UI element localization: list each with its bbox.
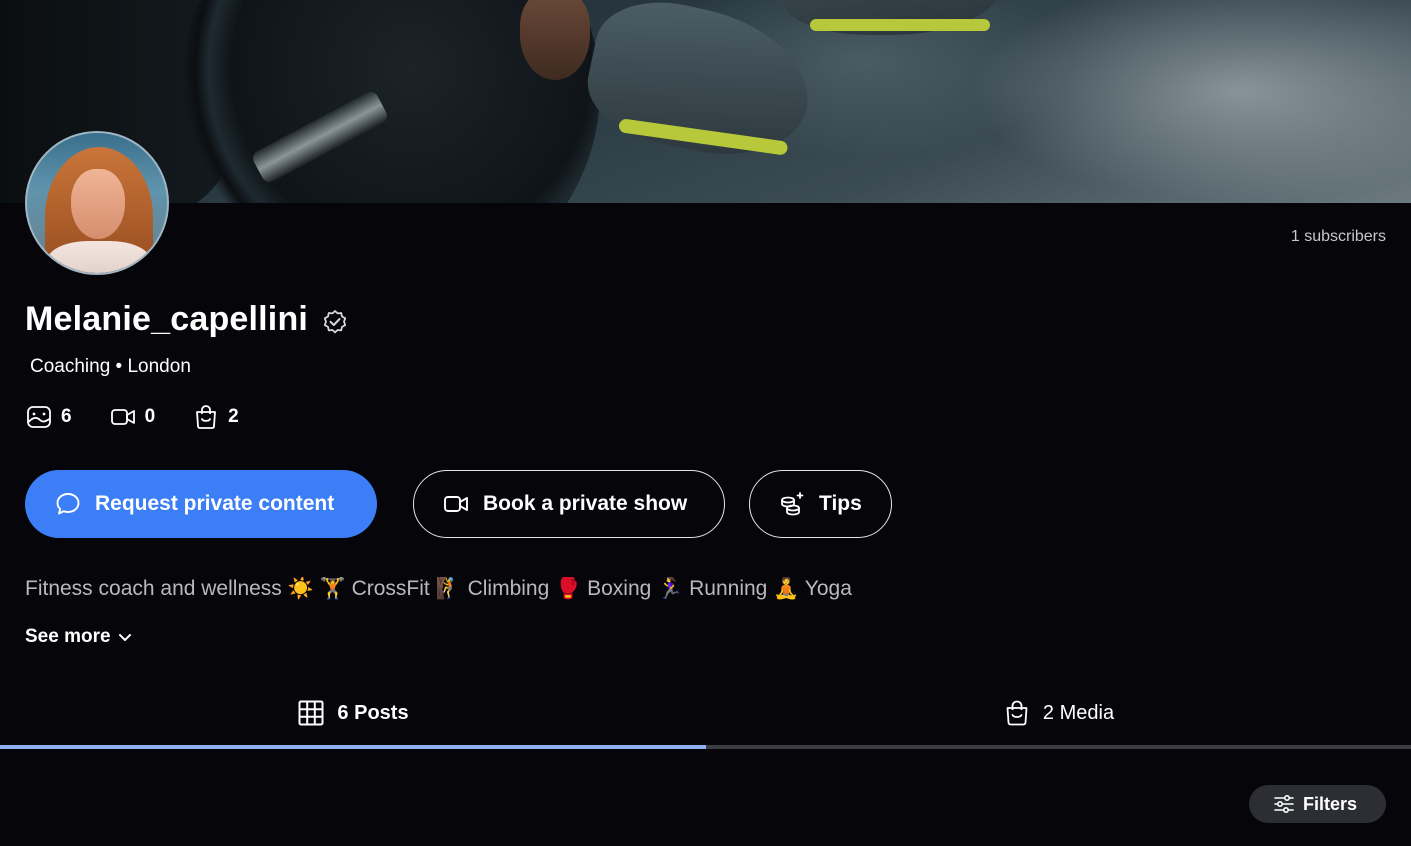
video-camera-icon bbox=[444, 496, 468, 512]
tips-label: Tips bbox=[819, 492, 862, 515]
profile-name-row: Melanie_capellini bbox=[25, 300, 348, 339]
sliders-icon bbox=[1274, 794, 1294, 814]
profile-actions: Request private content Book a private s… bbox=[25, 470, 892, 538]
shopping-bag-icon bbox=[196, 405, 217, 429]
profile-page: 1 subscribers Melanie_capellini Coaching… bbox=[0, 0, 1411, 846]
stat-media-count: 2 bbox=[228, 406, 239, 427]
tab-media[interactable]: 2 Media bbox=[706, 680, 1411, 746]
content-tabs: 6 Posts 2 Media bbox=[0, 680, 1411, 750]
tab-posts-label: 6 Posts bbox=[337, 701, 409, 724]
see-more-link[interactable]: See more bbox=[25, 626, 133, 648]
book-private-show-label: Book a private show bbox=[483, 492, 688, 515]
cover-image bbox=[0, 0, 1411, 203]
profile-name: Melanie_capellini bbox=[25, 300, 309, 338]
avatar[interactable] bbox=[25, 131, 169, 275]
video-icon bbox=[110, 409, 135, 425]
tab-posts[interactable]: 6 Posts bbox=[0, 680, 706, 746]
see-more-label: See more bbox=[25, 626, 111, 647]
tab-indicator-active bbox=[0, 745, 706, 749]
book-private-show-button[interactable]: Book a private show bbox=[413, 470, 725, 538]
stat-videos[interactable]: 0 bbox=[110, 404, 156, 430]
tab-indicator-inactive bbox=[706, 745, 1411, 749]
stat-media[interactable]: 2 bbox=[193, 404, 239, 430]
filters-label: Filters bbox=[1303, 793, 1358, 814]
verified-badge-icon bbox=[323, 309, 347, 333]
request-private-content-button[interactable]: Request private content bbox=[25, 470, 377, 538]
request-private-content-label: Request private content bbox=[95, 492, 335, 515]
profile-category: Coaching • London bbox=[30, 356, 191, 377]
coins-icon bbox=[781, 492, 804, 516]
chevron-down-icon bbox=[118, 634, 131, 641]
stat-posts[interactable]: 6 bbox=[26, 404, 72, 430]
chat-bubble-icon bbox=[56, 493, 80, 515]
stat-posts-count: 6 bbox=[61, 406, 72, 427]
profile-stats: 6 0 2 bbox=[26, 404, 277, 430]
grid-icon bbox=[298, 700, 324, 726]
tips-button[interactable]: Tips bbox=[749, 470, 892, 538]
subscribers-count: 1 subscribers bbox=[1290, 228, 1386, 245]
shopping-bag-icon bbox=[1006, 700, 1028, 726]
filters-button[interactable]: Filters bbox=[1249, 785, 1386, 823]
stat-videos-count: 0 bbox=[144, 406, 156, 427]
tab-media-label: 2 Media bbox=[1042, 701, 1115, 724]
image-icon bbox=[27, 406, 51, 428]
